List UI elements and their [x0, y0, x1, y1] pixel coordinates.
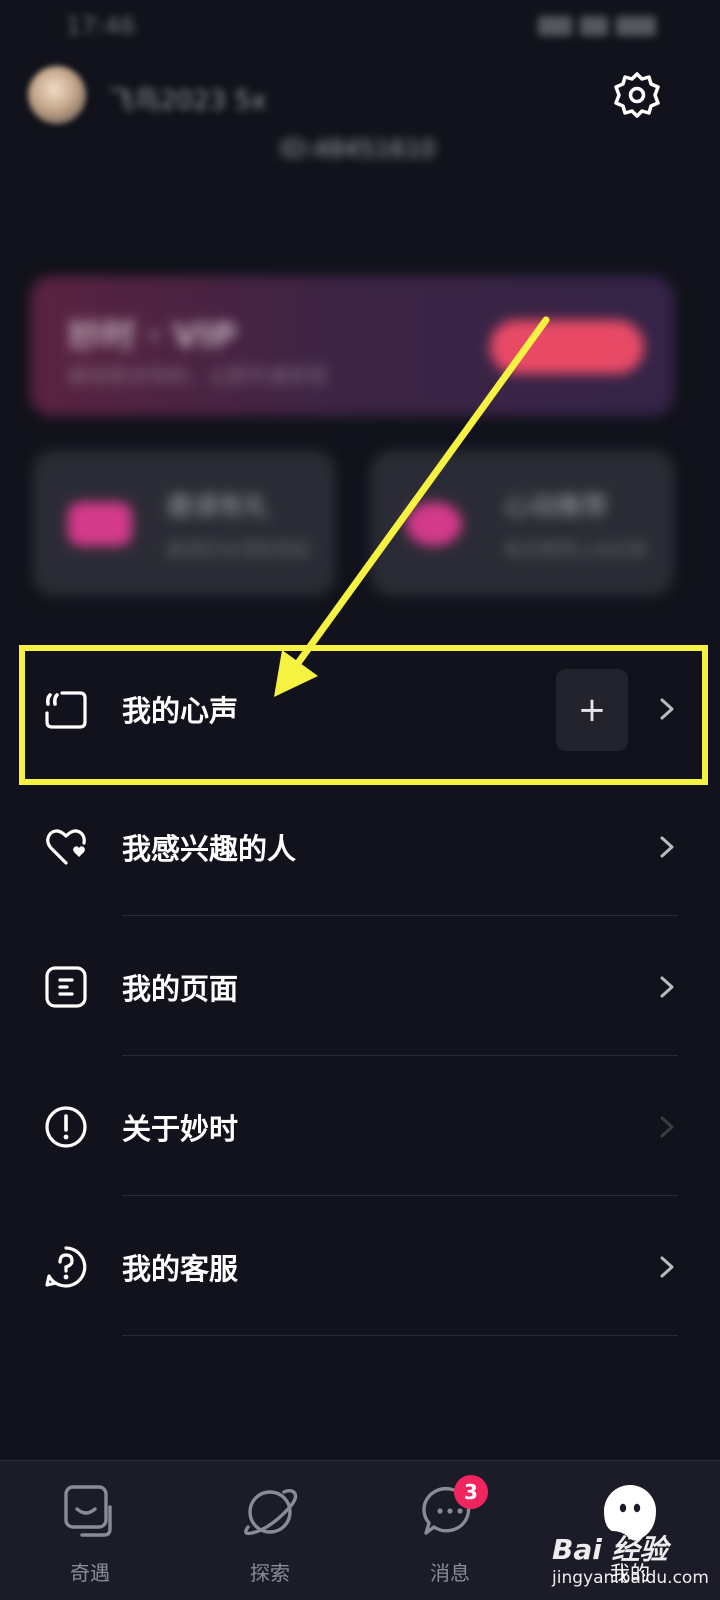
status-icons: [530, 14, 660, 36]
menu-item-interested[interactable]: 我感兴趣的人: [0, 778, 720, 916]
settings-button[interactable]: [612, 70, 662, 120]
quote-bubble-icon: [45, 691, 87, 729]
status-bar: 17:46: [0, 0, 720, 56]
feature-subtitle: 邀请好友领取奖励: [166, 540, 310, 561]
question-circle-icon: [45, 1246, 87, 1288]
feature-title: 心动推荐: [504, 492, 609, 522]
heart-icon: [406, 502, 462, 546]
menu-item-label: 我感兴趣的人: [122, 832, 297, 866]
status-time: 17:46: [66, 12, 136, 40]
chevron-right-icon: [660, 976, 674, 998]
nav-tab-explore[interactable]: 探索: [180, 1461, 360, 1600]
vip-title: 妙时 · VIP: [68, 316, 237, 356]
chevron-right-icon: [660, 698, 674, 720]
divider: [122, 1195, 678, 1196]
watermark: Bai 经验 jingyan.baidu.com: [552, 1528, 709, 1598]
vip-subtitle: 解锁更多特权，立即开通享受: [68, 364, 328, 388]
watermark-url: jingyan.baidu.com: [552, 1568, 709, 1588]
gear-icon: [614, 72, 660, 118]
vip-open-button[interactable]: [490, 320, 644, 374]
page-icon: [45, 966, 87, 1008]
menu-item-label: 关于妙时: [122, 1112, 239, 1146]
user-id: ID:48451610: [280, 135, 436, 163]
feature-subtitle: 每日推荐心动对象: [504, 540, 648, 561]
chevron-right-icon: [660, 836, 674, 858]
planet-icon: [244, 1488, 298, 1536]
add-voice-button[interactable]: +: [556, 669, 628, 751]
menu-item-label: 我的页面: [122, 972, 239, 1006]
exclamation-circle-icon: [45, 1106, 87, 1148]
watermark-logo: Bai 经验: [552, 1533, 668, 1566]
chevron-right-icon: [660, 1256, 674, 1278]
avatar[interactable]: [28, 66, 86, 124]
divider: [122, 1335, 678, 1336]
feature-card-recommend[interactable]: 心动推荐 每日推荐心动对象: [370, 450, 674, 596]
username: 飞鸟2023 5x: [108, 86, 267, 116]
plus-icon: +: [577, 690, 607, 730]
divider: [122, 1055, 678, 1056]
heart-outline-icon: [46, 829, 86, 865]
nav-tab-encounter[interactable]: 奇遇: [0, 1461, 180, 1600]
nav-label: 奇遇: [70, 1561, 110, 1585]
feature-title: 邀请有礼: [166, 492, 271, 522]
nav-label: 探索: [250, 1561, 290, 1585]
menu-item-customer-service[interactable]: 我的客服: [0, 1198, 720, 1336]
nav-label: 消息: [430, 1561, 470, 1585]
menu-item-label: 我的心声: [122, 694, 239, 728]
unread-badge: 3: [454, 1475, 488, 1509]
menu-item-about[interactable]: 关于妙时: [0, 1058, 720, 1196]
menu-item-label: 我的客服: [122, 1252, 239, 1286]
feature-card-invite[interactable]: 邀请有礼 邀请好友领取奖励: [32, 450, 336, 596]
gift-icon: [68, 502, 132, 546]
vip-card[interactable]: 妙时 · VIP 解锁更多特权，立即开通享受: [30, 276, 674, 416]
menu-item-my-page[interactable]: 我的页面: [0, 918, 720, 1056]
nav-tab-messages[interactable]: 3 消息: [360, 1461, 540, 1600]
menu-item-my-voice[interactable]: 我的心声 +: [0, 640, 720, 778]
chevron-right-icon: [660, 1116, 674, 1138]
divider: [122, 915, 678, 916]
encounter-icon: [64, 1485, 112, 1537]
